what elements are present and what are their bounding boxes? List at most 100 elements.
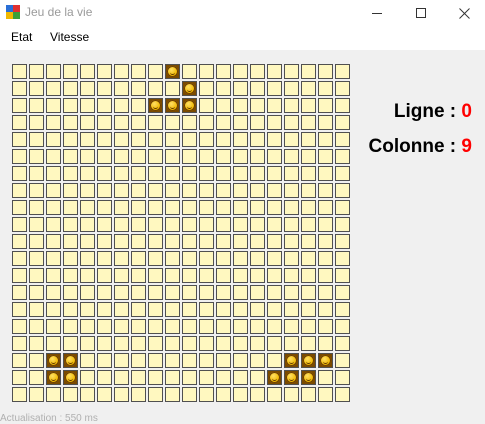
cell[interactable] [12,115,27,130]
cell[interactable] [114,353,129,368]
cell[interactable] [165,200,180,215]
cell[interactable] [335,166,350,181]
cell[interactable] [29,132,44,147]
cell[interactable] [12,81,27,96]
cell[interactable] [165,115,180,130]
cell[interactable] [182,64,197,79]
cell[interactable] [318,81,333,96]
cell[interactable] [199,285,214,300]
cell[interactable] [216,115,231,130]
cell[interactable] [131,268,146,283]
cell[interactable] [114,64,129,79]
cell[interactable] [250,183,265,198]
cell[interactable] [80,132,95,147]
cell[interactable] [165,353,180,368]
cell[interactable] [284,81,299,96]
cell[interactable] [233,336,248,351]
cell[interactable] [165,302,180,317]
cell[interactable] [46,81,61,96]
cell[interactable] [284,234,299,249]
cell[interactable] [131,387,146,402]
cell[interactable] [46,336,61,351]
cell[interactable] [131,183,146,198]
cell[interactable] [29,81,44,96]
cell[interactable] [335,98,350,113]
cell[interactable] [131,115,146,130]
cell[interactable] [12,64,27,79]
cell[interactable] [267,336,282,351]
cell[interactable] [29,166,44,181]
cell[interactable] [46,285,61,300]
cell[interactable] [148,251,163,266]
cell[interactable] [97,268,112,283]
cell[interactable] [267,98,282,113]
cell[interactable] [216,81,231,96]
cell[interactable] [233,183,248,198]
cell-alive[interactable] [46,370,61,385]
cell[interactable] [233,132,248,147]
cell[interactable] [267,200,282,215]
cell[interactable] [63,251,78,266]
cell[interactable] [131,336,146,351]
cell[interactable] [284,217,299,232]
cell[interactable] [199,353,214,368]
cell[interactable] [131,234,146,249]
cell[interactable] [97,251,112,266]
cell[interactable] [29,370,44,385]
cell[interactable] [131,81,146,96]
cell[interactable] [335,64,350,79]
cell[interactable] [233,251,248,266]
cell-alive[interactable] [182,98,197,113]
cell[interactable] [284,132,299,147]
cell[interactable] [12,251,27,266]
cell[interactable] [114,234,129,249]
cell[interactable] [250,64,265,79]
cell[interactable] [182,166,197,181]
cell[interactable] [301,268,316,283]
cell[interactable] [216,285,231,300]
cell[interactable] [233,200,248,215]
cell[interactable] [335,336,350,351]
cell[interactable] [148,353,163,368]
cell[interactable] [284,387,299,402]
cell[interactable] [250,387,265,402]
cell[interactable] [29,183,44,198]
cell[interactable] [318,302,333,317]
cell[interactable] [114,336,129,351]
cell[interactable] [114,217,129,232]
cell[interactable] [233,370,248,385]
cell[interactable] [318,132,333,147]
cell[interactable] [148,81,163,96]
cell[interactable] [80,217,95,232]
cell[interactable] [29,336,44,351]
cell[interactable] [267,64,282,79]
cell-alive[interactable] [284,353,299,368]
cell[interactable] [216,200,231,215]
cell[interactable] [63,166,78,181]
cell[interactable] [46,132,61,147]
cell[interactable] [46,183,61,198]
cell[interactable] [250,234,265,249]
cell[interactable] [46,234,61,249]
cell[interactable] [335,285,350,300]
cell[interactable] [46,149,61,164]
cell[interactable] [233,353,248,368]
cell[interactable] [267,251,282,266]
cell[interactable] [301,132,316,147]
cell[interactable] [12,200,27,215]
cell-alive[interactable] [318,353,333,368]
cell[interactable] [284,115,299,130]
cell[interactable] [199,183,214,198]
cell[interactable] [284,336,299,351]
cell[interactable] [148,285,163,300]
cell[interactable] [80,115,95,130]
cell-alive[interactable] [148,98,163,113]
cell[interactable] [114,98,129,113]
cell[interactable] [233,234,248,249]
cell[interactable] [301,149,316,164]
cell[interactable] [301,115,316,130]
cell[interactable] [12,132,27,147]
cell[interactable] [335,115,350,130]
cell[interactable] [267,353,282,368]
cell[interactable] [318,251,333,266]
